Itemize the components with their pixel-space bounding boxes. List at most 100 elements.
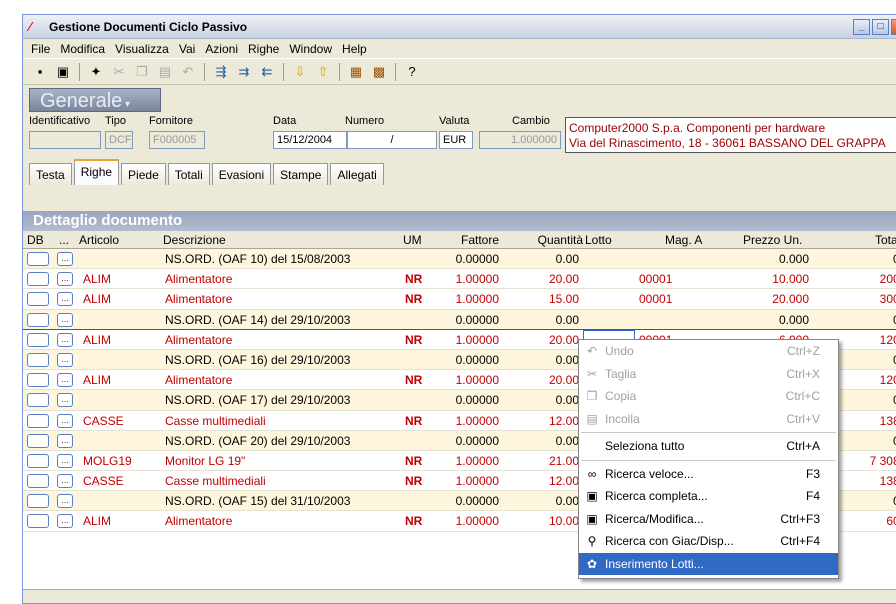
cell-quantita[interactable]: 10.00 [523,514,579,528]
minimize-button[interactable]: _ [853,19,870,35]
cell-fattore[interactable]: 0.00000 [439,393,499,407]
cell-prezzo[interactable]: 0.000 [723,313,809,327]
cell-um[interactable]: NR [405,333,422,347]
table-row[interactable]: ... ALIM Alimentatore NR 1.00000 15.00 00001 20… [23,289,896,310]
row-detail-button[interactable]: ... [57,272,73,287]
cell-descrizione[interactable]: NS.ORD. (OAF 17) del 29/10/2003 [165,393,350,407]
cell-descrizione[interactable]: NS.ORD. (OAF 16) del 29/10/2003 [165,353,350,367]
row-detail-button[interactable]: ... [57,373,73,388]
cell-totale[interactable]: 300. [843,292,896,306]
cell-totale[interactable]: 0. [843,353,896,367]
table-row[interactable]: ... NS.ORD. (OAF 10) del 15/08/2003 0.0000… [23,249,896,270]
delete-row-icon[interactable]: ⇇ [256,62,278,82]
cell-descrizione[interactable]: Casse multimediali [165,414,266,428]
cell-descrizione[interactable]: Alimentatore [165,292,232,306]
cell-mag[interactable]: 00001 [639,272,672,286]
cell-totale[interactable]: 0. [843,494,896,508]
cell-um[interactable]: NR [405,292,422,306]
cell-articolo[interactable]: CASSE [83,474,124,488]
cell-um[interactable]: NR [405,373,422,387]
help-icon[interactable]: ? [401,62,423,82]
arrow-up-icon[interactable]: ⇧ [312,62,334,82]
row-checkbox[interactable] [27,312,49,327]
row-detail-button[interactable]: ... [57,312,73,327]
maximize-button[interactable]: □ [872,19,889,35]
save-close-icon[interactable]: ▣ [52,62,74,82]
cell-totale[interactable]: 138. [843,414,896,428]
clipboard-icon[interactable]: ▩ [368,62,390,82]
context-menu-item[interactable]: ✂ Taglia Ctrl+X [579,363,838,386]
row-checkbox[interactable] [27,272,49,287]
cell-totale[interactable]: 120. [843,373,896,387]
row-checkbox[interactable] [27,332,49,347]
cell-descrizione[interactable]: NS.ORD. (OAF 20) del 29/10/2003 [165,434,350,448]
cell-fattore[interactable]: 1.00000 [439,414,499,428]
cell-totale[interactable]: 120. [843,333,896,347]
tab-allegati[interactable]: Allegati [330,163,384,185]
cell-quantita[interactable]: 20.00 [523,272,579,286]
cell-quantita[interactable]: 20.00 [523,373,579,387]
cell-um[interactable]: NR [405,272,422,286]
cell-quantita[interactable]: 0.00 [523,393,579,407]
menu-righe[interactable]: Righe [244,42,285,56]
valuta-field[interactable]: EUR [439,131,473,149]
cell-articolo[interactable]: CASSE [83,414,124,428]
row-checkbox[interactable] [27,453,49,468]
context-menu-item[interactable]: ↶ Undo Ctrl+Z [579,340,838,363]
cell-fattore[interactable]: 1.00000 [439,454,499,468]
cell-quantita[interactable]: 0.00 [523,353,579,367]
insert-row-icon[interactable]: ⇶ [210,62,232,82]
undo-icon[interactable]: ↶ [177,62,199,82]
row-detail-button[interactable]: ... [57,352,73,367]
cell-quantita[interactable]: 12.00 [523,414,579,428]
row-detail-button[interactable]: ... [57,393,73,408]
cell-articolo[interactable]: ALIM [83,272,111,286]
cell-prezzo[interactable]: 10.000 [723,272,809,286]
cell-totale[interactable]: 0. [843,393,896,407]
cell-quantita[interactable]: 0.00 [523,313,579,327]
cell-totale[interactable]: 0. [843,313,896,327]
tab-righe[interactable]: Righe [73,159,120,185]
cell-articolo[interactable]: ALIM [83,292,111,306]
row-checkbox[interactable] [27,352,49,367]
cell-quantita[interactable]: 15.00 [523,292,579,306]
cell-fattore[interactable]: 0.00000 [439,434,499,448]
tools-icon[interactable]: ✦ [85,62,107,82]
context-menu-item[interactable]: ✿ Inserimento Lotti... [579,552,838,575]
cell-prezzo[interactable]: 20.000 [723,292,809,306]
tab-evasioni[interactable]: Evasioni [211,163,272,185]
col-descrizione[interactable]: Descrizione [163,233,226,247]
cell-fattore[interactable]: 1.00000 [439,373,499,387]
menu-window[interactable]: Window [285,42,338,56]
row-detail-button[interactable]: ... [57,433,73,448]
context-menu-item[interactable]: ▤ Incolla Ctrl+V [579,408,838,431]
row-detail-button[interactable]: ... [57,252,73,266]
row-checkbox[interactable] [27,252,49,266]
cell-descrizione[interactable]: Casse multimediali [165,474,266,488]
cell-quantita[interactable]: 0.00 [523,494,579,508]
cell-descrizione[interactable]: Alimentatore [165,333,232,347]
cell-descrizione[interactable]: Alimentatore [165,373,232,387]
cell-fattore[interactable]: 0.00000 [439,252,499,266]
generale-button[interactable]: Generale ▾ [29,88,161,112]
data-field[interactable]: 15/12/2004 [273,131,347,149]
cell-descrizione[interactable]: Alimentatore [165,514,232,528]
cell-descrizione[interactable]: Monitor LG 19" [165,454,245,468]
context-menu-item[interactable]: ▣ Ricerca completa... F4 [579,485,838,508]
cell-totale[interactable]: 200. [843,272,896,286]
col-totale[interactable]: Tota [875,233,896,247]
tab-testa[interactable]: Testa [29,163,72,185]
cell-descrizione[interactable]: Alimentatore [165,272,232,286]
cell-fattore[interactable]: 1.00000 [439,292,499,306]
close-button[interactable] [891,19,896,35]
cambio-field[interactable]: 1.000000 [479,131,561,149]
cell-fattore[interactable]: 1.00000 [439,474,499,488]
save-icon[interactable]: ▪ [29,62,51,82]
cell-totale[interactable]: 138. [843,474,896,488]
row-checkbox[interactable] [27,494,49,509]
cell-um[interactable]: NR [405,414,422,428]
cell-quantita[interactable]: 0.00 [523,252,579,266]
cell-descrizione[interactable]: NS.ORD. (OAF 10) del 15/08/2003 [165,252,350,266]
cell-articolo[interactable]: ALIM [83,333,111,347]
append-row-icon[interactable]: ⇉ [233,62,255,82]
